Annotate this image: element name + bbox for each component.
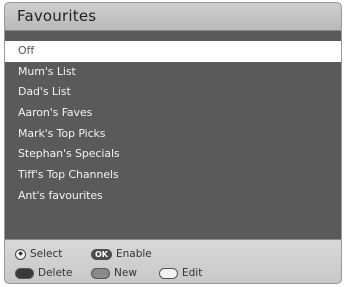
delete-hint-label: Delete: [38, 267, 73, 279]
edit-hint: Edit: [159, 264, 202, 282]
key-legend-row-1: ◆ Select OK Enable: [5, 245, 341, 263]
title-bar: Favourites: [5, 3, 341, 31]
green-key-icon: [91, 267, 110, 279]
enable-hint-label: Enable: [116, 248, 152, 260]
select-hint-label: Select: [30, 248, 63, 260]
favourites-dialog: Favourites Off Mum's List Dad's List Aar…: [4, 2, 342, 284]
list-item-marks-top-picks[interactable]: Mark's Top Picks: [5, 124, 341, 145]
list-item-ants-favourites[interactable]: Ant's favourites: [5, 186, 341, 207]
list-item-dads-list[interactable]: Dad's List: [5, 82, 341, 103]
edit-hint-label: Edit: [182, 267, 203, 279]
ok-key-icon: OK: [91, 248, 112, 260]
navigation-dpad-icon: ◆: [15, 248, 26, 260]
select-hint: ◆ Select: [15, 245, 62, 263]
red-key-icon: [15, 267, 34, 279]
dialog-title: Favourites: [17, 7, 97, 25]
list-item-tiffs-top-channels[interactable]: Tiff's Top Channels: [5, 165, 341, 186]
key-legend-row-2: Delete New Edit: [5, 264, 341, 282]
enable-hint: OK Enable: [91, 245, 152, 263]
favourites-list: Off Mum's List Dad's List Aaron's Faves …: [5, 41, 341, 207]
yellow-key-icon: [159, 267, 178, 279]
key-legend: ◆ Select OK Enable Delete New Edit: [5, 239, 341, 283]
delete-hint: Delete: [15, 264, 73, 282]
list-item-mums-list[interactable]: Mum's List: [5, 62, 341, 83]
list-item-aarons-faves[interactable]: Aaron's Faves: [5, 103, 341, 124]
list-item-stephans-specials[interactable]: Stephan's Specials: [5, 144, 341, 165]
list-item-off[interactable]: Off: [5, 41, 341, 62]
new-hint: New: [91, 264, 137, 282]
new-hint-label: New: [114, 267, 137, 279]
